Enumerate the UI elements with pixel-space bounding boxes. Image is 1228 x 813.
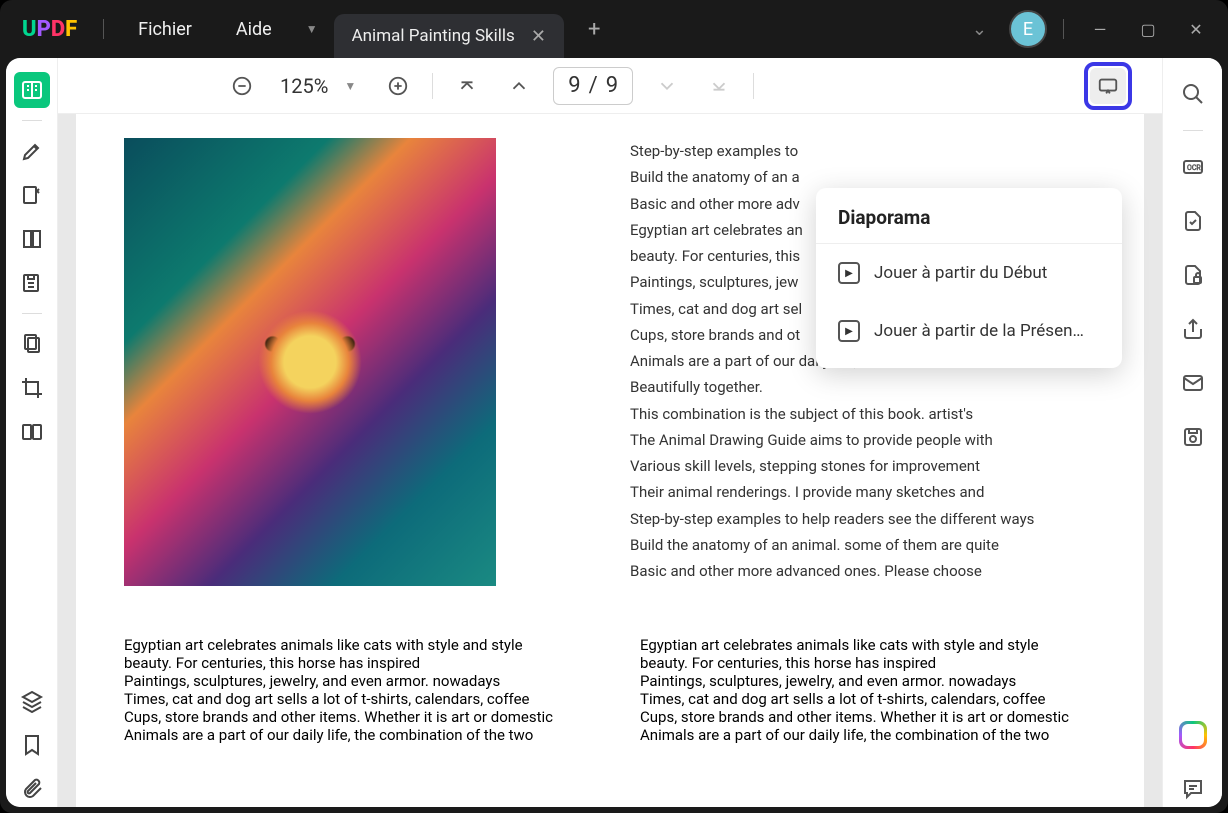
- ai-assistant-button[interactable]: [1175, 717, 1211, 753]
- document-image: [124, 138, 496, 586]
- share-button[interactable]: [1175, 311, 1211, 347]
- play-from-current-item[interactable]: ▶ Jouer à partir de la Présen…: [816, 302, 1122, 360]
- svg-text:OCR: OCR: [1187, 164, 1201, 172]
- form-tool-button[interactable]: [14, 265, 50, 301]
- help-menu[interactable]: Aide: [218, 19, 290, 40]
- play-from-start-item[interactable]: ▶ Jouer à partir du Début: [816, 244, 1122, 302]
- left-sidebar: [6, 58, 58, 807]
- page-tool-button[interactable]: [14, 221, 50, 257]
- dropdown-title: Diaporama: [816, 188, 1122, 244]
- play-icon: ▶: [838, 262, 860, 284]
- tab-list-dropdown[interactable]: ▼: [298, 22, 326, 36]
- previous-page-button[interactable]: [501, 68, 537, 104]
- attachment-button[interactable]: [14, 771, 50, 807]
- convert-button[interactable]: [1175, 203, 1211, 239]
- app-logo: UPDF: [12, 17, 87, 42]
- chevron-down-icon[interactable]: ⌄: [958, 19, 1001, 40]
- close-tab-icon[interactable]: ✕: [531, 26, 546, 47]
- layers-button[interactable]: [14, 683, 50, 719]
- next-page-button: [649, 68, 685, 104]
- zoom-level: 125%: [276, 74, 332, 98]
- play-icon: ▶: [838, 320, 860, 342]
- user-avatar[interactable]: E: [1009, 10, 1047, 48]
- ai-icon: [1179, 721, 1207, 749]
- close-button[interactable]: ✕: [1176, 20, 1216, 39]
- document-text-bottom-right: Egyptian art celebrates animals like cat…: [640, 636, 1096, 744]
- document-tab[interactable]: Animal Painting Skills ✕: [334, 14, 564, 58]
- first-page-button[interactable]: [449, 68, 485, 104]
- compare-tool-button[interactable]: [14, 414, 50, 450]
- tab-title: Animal Painting Skills: [352, 26, 515, 46]
- highlight-tool-button[interactable]: [14, 133, 50, 169]
- crop-tool-button[interactable]: [14, 370, 50, 406]
- minimize-button[interactable]: —: [1080, 20, 1120, 39]
- ocr-button[interactable]: OCR: [1175, 149, 1211, 185]
- search-button[interactable]: [1175, 76, 1211, 112]
- save-button[interactable]: [1175, 419, 1211, 455]
- last-page-button: [701, 68, 737, 104]
- current-page: 9: [568, 73, 580, 98]
- document-text-bottom-left: Egyptian art celebrates animals like cat…: [124, 636, 580, 744]
- zoom-in-button[interactable]: [380, 68, 416, 104]
- comment-button[interactable]: [1175, 771, 1211, 807]
- slideshow-dropdown: Diaporama ▶ Jouer à partir du Début ▶ Jo…: [816, 188, 1122, 368]
- email-button[interactable]: [1175, 365, 1211, 401]
- titlebar: UPDF Fichier Aide ▼ Animal Painting Skil…: [0, 0, 1228, 58]
- add-tab-button[interactable]: +: [572, 17, 616, 42]
- page-indicator[interactable]: 9 / 9: [553, 67, 633, 105]
- reader-mode-button[interactable]: [14, 72, 50, 108]
- top-toolbar: 125% ▼ 9 / 9: [58, 58, 1162, 114]
- slideshow-button[interactable]: [1090, 68, 1126, 104]
- protect-button[interactable]: [1175, 257, 1211, 293]
- organize-pages-button[interactable]: [14, 326, 50, 362]
- bookmark-button[interactable]: [14, 727, 50, 763]
- zoom-dropdown-icon[interactable]: ▼: [336, 79, 364, 93]
- zoom-out-button[interactable]: [224, 68, 260, 104]
- edit-tool-button[interactable]: [14, 177, 50, 213]
- total-pages: 9: [606, 73, 618, 98]
- right-sidebar: OCR: [1162, 58, 1222, 807]
- maximize-button[interactable]: ▢: [1128, 20, 1168, 39]
- file-menu[interactable]: Fichier: [120, 19, 210, 40]
